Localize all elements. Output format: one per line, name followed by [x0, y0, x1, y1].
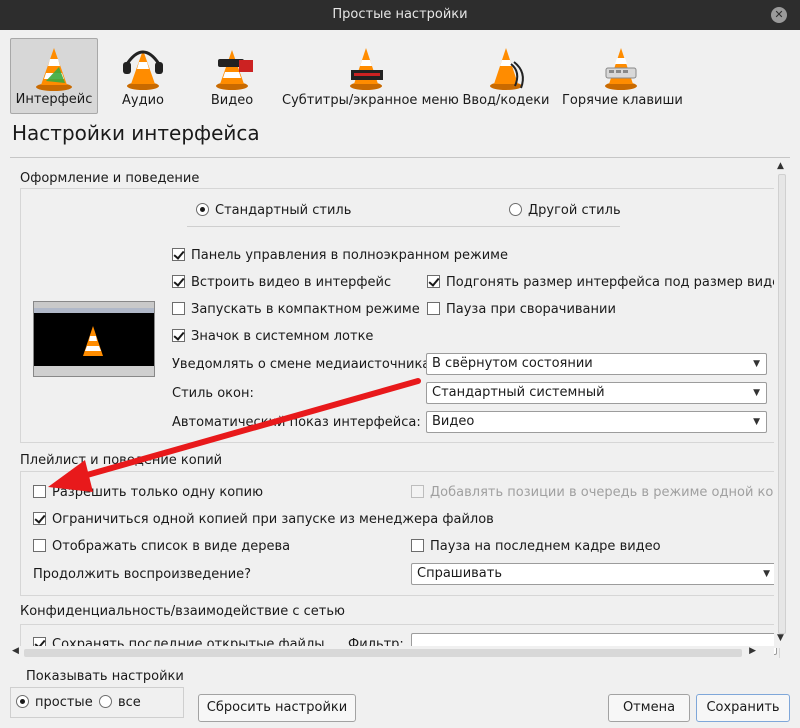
save-button[interactable]: Сохранить: [696, 694, 790, 722]
show-settings-group: простые все: [10, 687, 184, 718]
all-mode-radio[interactable]: все: [99, 695, 141, 710]
annotation-arrow: [48, 378, 421, 492]
cancel-button[interactable]: Отмена: [608, 694, 690, 722]
all-mode-label: все: [118, 695, 141, 710]
show-settings-label: Показывать настройки: [26, 669, 184, 684]
simple-mode-radio[interactable]: простые: [16, 695, 93, 710]
simple-mode-label: простые: [35, 695, 93, 710]
reset-button[interactable]: Сбросить настройки: [198, 694, 356, 722]
